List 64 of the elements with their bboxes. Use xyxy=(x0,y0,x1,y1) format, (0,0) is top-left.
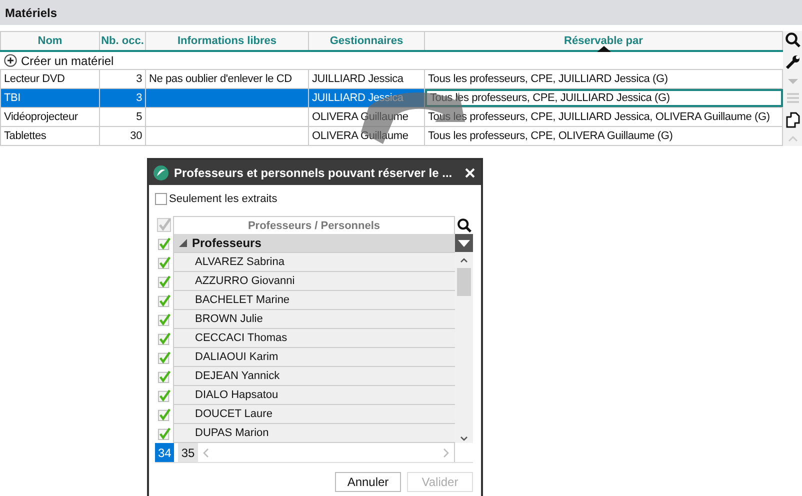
table-cell: 5 xyxy=(136,111,142,123)
checkbox[interactable] xyxy=(158,256,170,269)
table-cell: 3 xyxy=(136,73,142,85)
dropdown-button[interactable] xyxy=(455,234,473,252)
column-header[interactable]: Gestionnaires xyxy=(309,32,425,50)
page-tab[interactable]: 34 xyxy=(155,443,174,462)
list-item[interactable]: DEJEAN Yannick xyxy=(195,370,280,382)
checkbox[interactable] xyxy=(158,237,170,250)
table-cell: Tous les professeurs, CPE, OLIVERA Guillaume (G) xyxy=(428,130,673,142)
table-cell: Tous les professeurs, CPE, JUILLIARD Jessica (G) xyxy=(428,73,668,85)
checkbox[interactable] xyxy=(158,332,170,345)
checkbox[interactable] xyxy=(158,294,170,307)
scroll-right-icon[interactable] xyxy=(442,448,450,458)
checkbox[interactable] xyxy=(158,408,170,421)
action-button[interactable]: Annuler xyxy=(335,472,401,492)
checkbox[interactable] xyxy=(158,427,170,440)
copy-icon[interactable] xyxy=(786,112,800,128)
table-cell: 3 xyxy=(136,92,142,104)
list-item[interactable]: DIALO Hapsatou xyxy=(195,389,278,401)
table-cell: JUILLIARD Jessica xyxy=(312,73,404,85)
column-header[interactable]: Informations libres xyxy=(146,32,309,50)
lines-icon[interactable] xyxy=(786,92,800,106)
table-cell: Lecteur DVD xyxy=(4,73,65,85)
create-item-button[interactable]: Créer un matériel xyxy=(0,54,118,68)
scroll-left-icon[interactable] xyxy=(202,448,210,458)
checkbox[interactable] xyxy=(158,389,170,402)
select-all-checkbox[interactable] xyxy=(157,218,171,232)
extracts-checkbox[interactable]: Seulement les extraits xyxy=(155,191,278,207)
scroll-up-icon[interactable] xyxy=(459,256,469,264)
wrench-icon[interactable] xyxy=(784,54,800,70)
page-tab[interactable]: 35 xyxy=(178,443,198,462)
down-arrow-icon[interactable] xyxy=(786,76,800,86)
column-header[interactable]: Nb. occ. xyxy=(100,32,146,50)
section-title: Matériels xyxy=(5,6,58,20)
table-cell: TBI xyxy=(4,92,21,104)
dialog-title: Professeurs et personnels pouvant réserver le ... xyxy=(174,166,454,180)
sort-icon xyxy=(596,46,610,52)
list-item[interactable]: DUPAS Marion xyxy=(195,427,269,439)
table-cell: Tablettes xyxy=(4,130,46,142)
table-cell: JUILLIARD Jessica xyxy=(312,92,404,104)
table-cell: 30 xyxy=(130,130,142,142)
expand-triangle-icon[interactable] xyxy=(179,239,187,247)
list-item[interactable]: DOUCET Laure xyxy=(195,408,272,420)
caret-icon xyxy=(458,240,470,246)
checkbox[interactable] xyxy=(158,351,170,364)
scrollbar-thumb[interactable] xyxy=(457,268,471,296)
search-icon[interactable] xyxy=(456,218,472,232)
group-label[interactable]: Professeurs xyxy=(192,236,262,250)
close-icon[interactable] xyxy=(465,168,475,178)
table-cell: OLIVERA Guillaume xyxy=(312,130,408,142)
table-cell: Vidéoprojecteur xyxy=(4,111,78,123)
checkbox[interactable] xyxy=(158,313,170,326)
scroll-down-icon[interactable] xyxy=(459,435,469,443)
table-row[interactable]: TBI 3 JUILLIARD Jessica Tous les professeurs, CPE, JUILLIARD Jessica (G) xyxy=(0,89,783,108)
column-header[interactable]: Nom xyxy=(0,32,100,50)
plus-icon xyxy=(4,54,17,67)
checkbox[interactable] xyxy=(158,370,170,383)
search-icon[interactable] xyxy=(784,32,800,48)
checkbox[interactable] xyxy=(158,275,170,288)
table-cell: Ne pas oublier d'enlever le CD xyxy=(149,73,292,85)
list-item[interactable]: DALIAOUI Karim xyxy=(195,351,278,363)
table-cell: Tous les professeurs, CPE, JUILLIARD Jessica (G) xyxy=(430,92,670,104)
list-item[interactable]: BROWN Julie xyxy=(195,313,263,325)
app-logo-icon xyxy=(153,164,169,180)
